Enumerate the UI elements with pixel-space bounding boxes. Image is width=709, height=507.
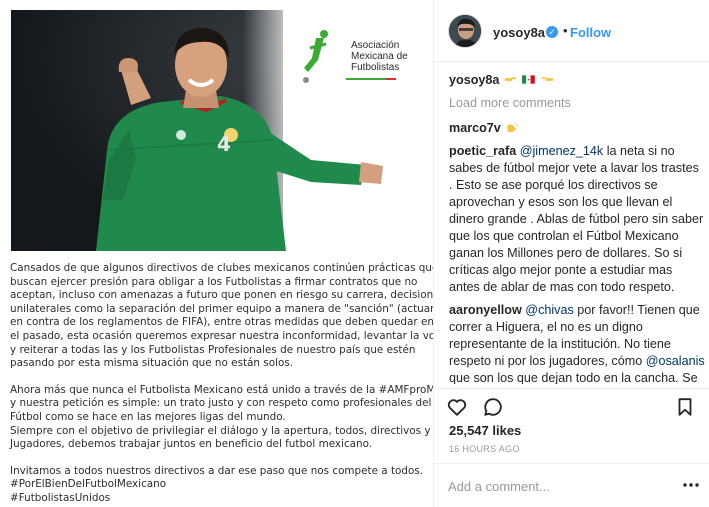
post-header: yosoy8a ✓ • Follow xyxy=(434,0,709,62)
likes-count[interactable]: 25,547 likes xyxy=(449,423,521,438)
statement-line: pasando por esta misma situación que no … xyxy=(10,357,294,370)
statement-line: Cansados de que algunos directivos de cl… xyxy=(10,262,433,274)
statement-line: Siempre con el objetivo de privilegiar e… xyxy=(10,424,431,437)
statement-line: el pasado, esta ocasión queremos expresa… xyxy=(10,329,433,342)
statement-text: Cansados de que algunos directivos de cl… xyxy=(10,262,433,507)
statement-line: aceptan, incluso con amenazas a futuro q… xyxy=(10,289,433,302)
comment-mention[interactable]: @jimenez_14k xyxy=(520,144,604,158)
logo-line: Futbolistas xyxy=(351,62,400,73)
hashtag-line: #PorElBienDelFutbolMexicano xyxy=(10,478,167,491)
post-media[interactable]: 4 Asociación Mexicana de Futbolistas Can… xyxy=(0,0,433,507)
comment-username[interactable]: aaronyellow xyxy=(449,303,522,317)
avatar[interactable] xyxy=(448,14,482,48)
logo-line: Mexicana de xyxy=(351,51,408,62)
statement-line: Jugadores, debemos trabajar juntos en be… xyxy=(10,438,373,451)
logo-line: Asociación xyxy=(351,40,400,51)
statement-line: y reiterar a todas las y los Futbolistas… xyxy=(10,343,416,356)
statement-paragraph: Cansados de que algunos directivos de cl… xyxy=(10,262,433,371)
verified-badge-icon: ✓ xyxy=(546,26,558,38)
bookmark-icon[interactable] xyxy=(674,396,696,418)
statement-paragraph: Invitamos a todos nuestros directivos a … xyxy=(10,464,424,506)
comment-username[interactable]: marco7v xyxy=(449,121,501,135)
comment-icon[interactable] xyxy=(482,396,504,418)
post-timestamp[interactable]: 16 HOURS AGO xyxy=(449,444,520,454)
comments-list: yosoy8a Load more comments marco7v poeti… xyxy=(449,72,705,384)
separator-dot: • xyxy=(563,23,568,38)
mexico-flag-icon xyxy=(522,75,536,84)
statement-paragraph: Ahora más que nunca el Futbolista Mexica… xyxy=(10,383,433,452)
pointing-right-emoji-icon xyxy=(504,77,516,81)
heart-icon[interactable] xyxy=(446,396,468,418)
comment-mention[interactable]: @chivas xyxy=(525,303,573,317)
follow-button[interactable]: Follow xyxy=(570,25,611,40)
caption: yosoy8a xyxy=(449,72,705,89)
statement-line: buscan ejercer presión para obligar a lo… xyxy=(10,275,418,288)
comment: aaronyellow @chivas por favor!! Tienen q… xyxy=(449,302,705,384)
post-photo: 4 Asociación Mexicana de Futbolistas xyxy=(11,10,413,251)
more-options-icon[interactable] xyxy=(680,476,702,494)
hashtag-line: #FutbolistasUnidos xyxy=(10,491,111,504)
statement-line: y nuestra petición es simple: un trato j… xyxy=(10,397,432,410)
comment: marco7v xyxy=(449,120,705,137)
instagram-post: 4 Asociación Mexicana de Futbolistas Can… xyxy=(0,0,709,507)
comment-username[interactable]: poetic_rafa xyxy=(449,144,516,158)
comment-text: la neta si no sabes de fútbol mejor vete… xyxy=(449,144,704,294)
amf-logo-text: Asociación Mexicana de Futbolistas xyxy=(351,40,413,73)
statement-line: en contra de los reglamentos de FIFA), e… xyxy=(10,316,433,329)
add-comment-bar xyxy=(434,463,709,507)
clapping-hands-emoji-icon xyxy=(507,122,519,133)
post-side-panel: yosoy8a ✓ • Follow yosoy8a Load more com… xyxy=(433,0,709,507)
action-bar xyxy=(434,388,709,422)
header-username[interactable]: yosoy8a xyxy=(493,25,545,40)
comment: poetic_rafa @jimenez_14k la neta si no s… xyxy=(449,143,705,296)
statement-line: unilaterales como la separación del prim… xyxy=(10,302,433,315)
pointing-left-emoji-icon xyxy=(541,77,553,81)
statement-line: Fútbol como se hace en las mejores ligas… xyxy=(10,410,286,423)
statement-line: Ahora más que nunca el Futbolista Mexica… xyxy=(10,383,433,396)
comment-mention[interactable]: @osalanis xyxy=(646,354,705,368)
load-more-comments[interactable]: Load more comments xyxy=(449,95,705,112)
add-comment-input[interactable] xyxy=(448,476,668,496)
statement-line: Invitamos a todos nuestros directivos a … xyxy=(10,464,424,477)
jersey-number: 4 xyxy=(217,132,231,156)
comment-username[interactable]: yosoy8a xyxy=(449,73,499,87)
comment-text: que son los que dejan todo en la cancha.… xyxy=(449,371,698,384)
avatar-image xyxy=(449,15,481,47)
